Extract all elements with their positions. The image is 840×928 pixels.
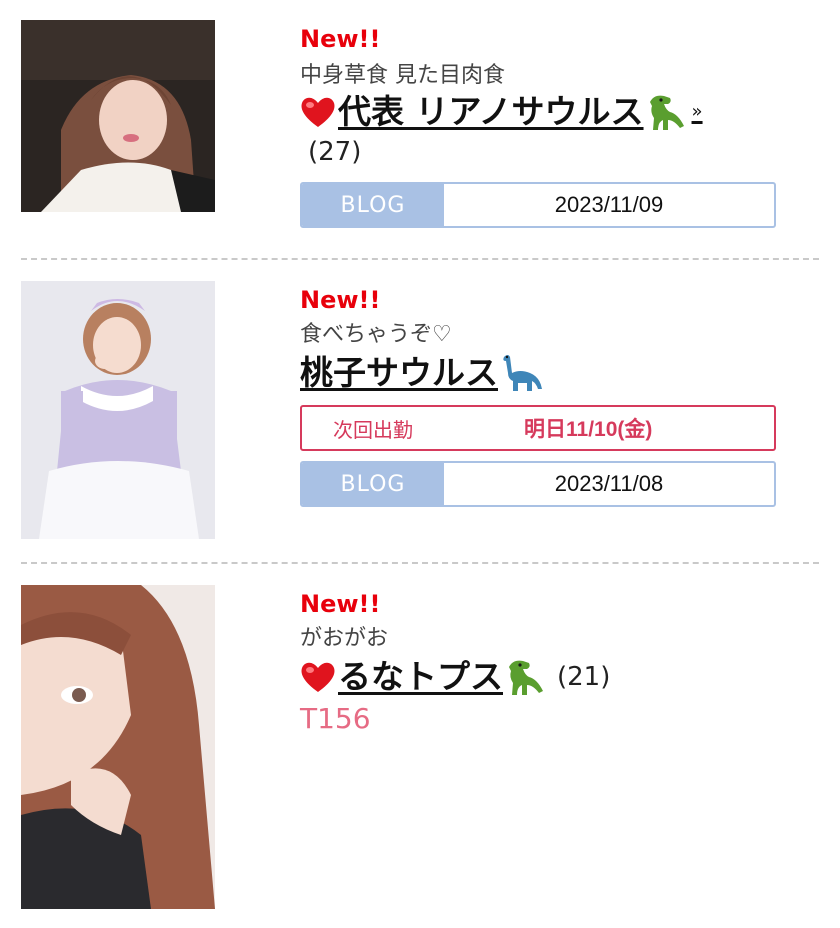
new-badge: New!! xyxy=(300,286,381,314)
blog-count: (27) xyxy=(308,137,362,167)
blog-count: (21) xyxy=(557,662,611,692)
cast-name-link[interactable]: るなトプス xyxy=(300,655,549,699)
blog-label: BLOG xyxy=(302,463,444,505)
t-rex-icon xyxy=(509,660,543,695)
cast-name-link[interactable]: 代表 リアノサウルス » xyxy=(300,90,703,134)
cast-name-line: 代表 リアノサウルス » xyxy=(300,90,780,134)
cast-photo[interactable] xyxy=(21,20,215,212)
catchphrase: 中身草食 見た目肉食 xyxy=(300,63,505,88)
cast-name: るなトプス xyxy=(338,657,503,696)
cast-name-line: るなトプス (21) xyxy=(300,655,780,699)
catchphrase: がおがお xyxy=(300,626,389,651)
blog-link-row[interactable]: BLOG 2023/11/08 xyxy=(300,461,776,507)
blog-date: 2023/11/09 xyxy=(554,192,664,217)
heart-icon xyxy=(301,97,335,127)
next-shift-value: 明日11/10(金) xyxy=(524,418,653,441)
cast-photo[interactable] xyxy=(21,281,215,539)
height-text: T156 xyxy=(300,702,371,735)
cast-name: 代表 リアノサウルス xyxy=(338,92,644,131)
new-badge: New!! xyxy=(300,590,381,618)
blog-date: 2023/11/08 xyxy=(554,471,664,496)
next-shift-label: 次回出勤 xyxy=(333,417,413,442)
heart-icon xyxy=(301,662,335,692)
card-divider xyxy=(21,258,819,260)
cast-info: New!! がおがお るなトプス (21) T156 xyxy=(300,589,780,735)
cast-info: New!! 食べちゃうぞ♡ 桃子サウルス 次回出勤 明日11/10(金) BLO… xyxy=(300,285,780,507)
cast-photo[interactable] xyxy=(21,585,215,909)
blog-link-row[interactable]: BLOG 2023/11/09 xyxy=(300,182,776,228)
cast-info: New!! 中身草食 見た目肉食 代表 リアノサウルス » (27) BLOG … xyxy=(300,24,780,228)
new-badge: New!! xyxy=(300,25,381,53)
card-divider xyxy=(21,562,819,564)
cast-name-link[interactable]: 桃子サウルス xyxy=(300,351,544,395)
trailing-mark: » xyxy=(691,101,703,122)
cast-name: 桃子サウルス xyxy=(300,353,498,392)
next-shift-row: 次回出勤 明日11/10(金) xyxy=(300,405,776,451)
cast-name-line: 桃子サウルス xyxy=(300,351,780,395)
catchphrase: 食べちゃうぞ♡ xyxy=(300,322,452,347)
t-rex-icon xyxy=(649,95,684,130)
sauropod-icon xyxy=(503,355,542,391)
blog-label: BLOG xyxy=(302,184,444,226)
